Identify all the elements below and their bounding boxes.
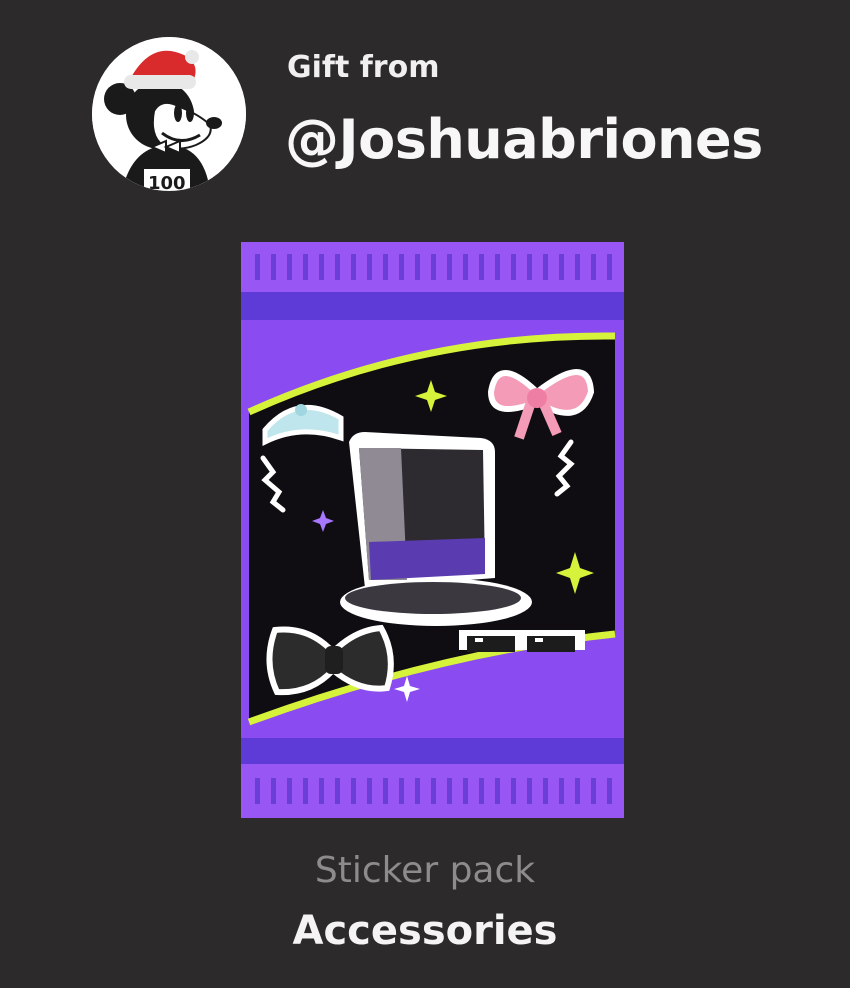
gift-from-label: Gift from <box>287 50 440 85</box>
sticker-pack-icon <box>241 242 624 818</box>
mickey-avatar-icon: 100 <box>92 37 246 191</box>
pixel-sunglasses-icon <box>459 630 585 652</box>
sticker-pack-artwork[interactable] <box>241 242 624 818</box>
pack-type-label: Sticker pack <box>314 850 536 891</box>
svg-text:100: 100 <box>148 173 186 191</box>
sender-avatar[interactable]: 100 <box>92 37 246 191</box>
pack-name: Accessories <box>292 908 558 954</box>
sender-username[interactable]: @Joshuabriones <box>285 108 763 171</box>
